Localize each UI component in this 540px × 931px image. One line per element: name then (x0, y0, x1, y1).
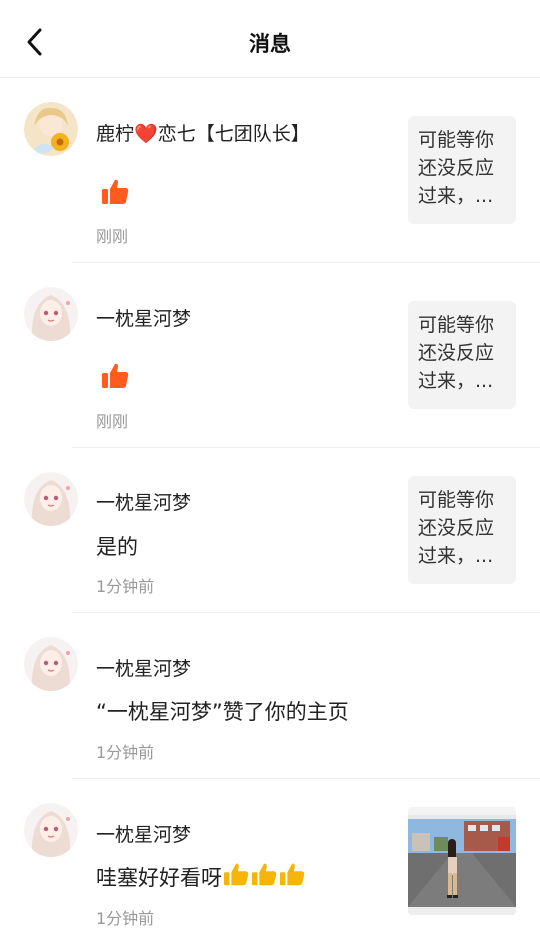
thumbs-up-icon (102, 179, 129, 204)
sender-name[interactable]: 一枕星河梦 (96, 820, 191, 847)
message-content: 是的 (96, 535, 138, 559)
thumbs-up-emoji-icon (222, 862, 250, 893)
avatar[interactable] (24, 472, 78, 526)
sender-name-part: 鹿柠 (96, 123, 135, 145)
sender-name[interactable]: 一枕星河梦 (96, 654, 191, 681)
list-item[interactable]: 鹿柠❤️恋七【七团队长】 刚刚 可能等你还没反应过来，... (0, 78, 540, 263)
timestamp: 1分钟前 (96, 743, 155, 762)
preview-text[interactable]: 可能等你还没反应过来，... (408, 301, 516, 409)
header-bar: 消息 (0, 0, 540, 78)
list-item[interactable]: 一枕星河梦 刚刚 可能等你还没反应过来，... (0, 263, 540, 448)
preview-text[interactable]: 可能等你还没反应过来，... (408, 116, 516, 224)
post-thumbnail[interactable] (408, 807, 516, 915)
sender-name[interactable]: 鹿柠❤️恋七【七团队长】 (96, 119, 310, 146)
message-content: “一枕星河梦”赞了你的主页 (96, 700, 349, 724)
thumbs-up-icon (102, 363, 129, 388)
timestamp: 1分钟前 (96, 909, 155, 928)
heart-icon: ❤️ (134, 123, 158, 145)
avatar[interactable] (24, 102, 78, 156)
sender-name[interactable]: 一枕星河梦 (96, 304, 191, 331)
avatar[interactable] (24, 637, 78, 691)
list-item[interactable]: 一枕星河梦 是的 1分钟前 可能等你还没反应过来，... (0, 448, 540, 613)
timestamp: 刚刚 (96, 227, 129, 246)
timestamp: 1分钟前 (96, 577, 155, 596)
sender-name-part: 恋七【七团队长】 (157, 123, 310, 145)
message-text: 哇塞好好看呀 (96, 866, 222, 890)
thumbs-up-emoji-icon (278, 862, 306, 893)
thumbs-up-emoji-icon (250, 862, 278, 893)
avatar[interactable] (24, 803, 78, 857)
avatar[interactable] (24, 287, 78, 341)
sender-name[interactable]: 一枕星河梦 (96, 488, 191, 515)
preview-text[interactable]: 可能等你还没反应过来，... (408, 476, 516, 584)
message-content: 哇塞好好看呀 (96, 862, 306, 893)
list-item[interactable]: 一枕星河梦 哇塞好好看呀 1分钟前 (0, 779, 540, 931)
list-item[interactable]: 一枕星河梦 “一枕星河梦”赞了你的主页 1分钟前 (0, 613, 540, 779)
timestamp: 刚刚 (96, 412, 129, 431)
page-title: 消息 (249, 32, 291, 56)
